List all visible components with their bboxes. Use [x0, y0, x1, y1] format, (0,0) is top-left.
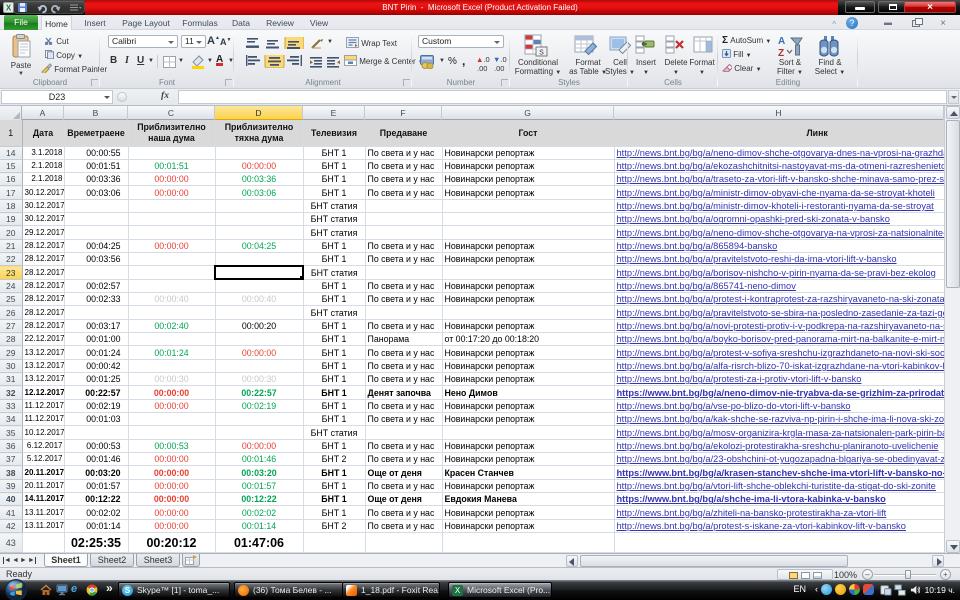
svg-text:A: A: [778, 36, 785, 47]
svg-text:Z: Z: [778, 48, 784, 58]
svg-text:X: X: [6, 4, 12, 13]
svg-text:S: S: [539, 50, 544, 57]
